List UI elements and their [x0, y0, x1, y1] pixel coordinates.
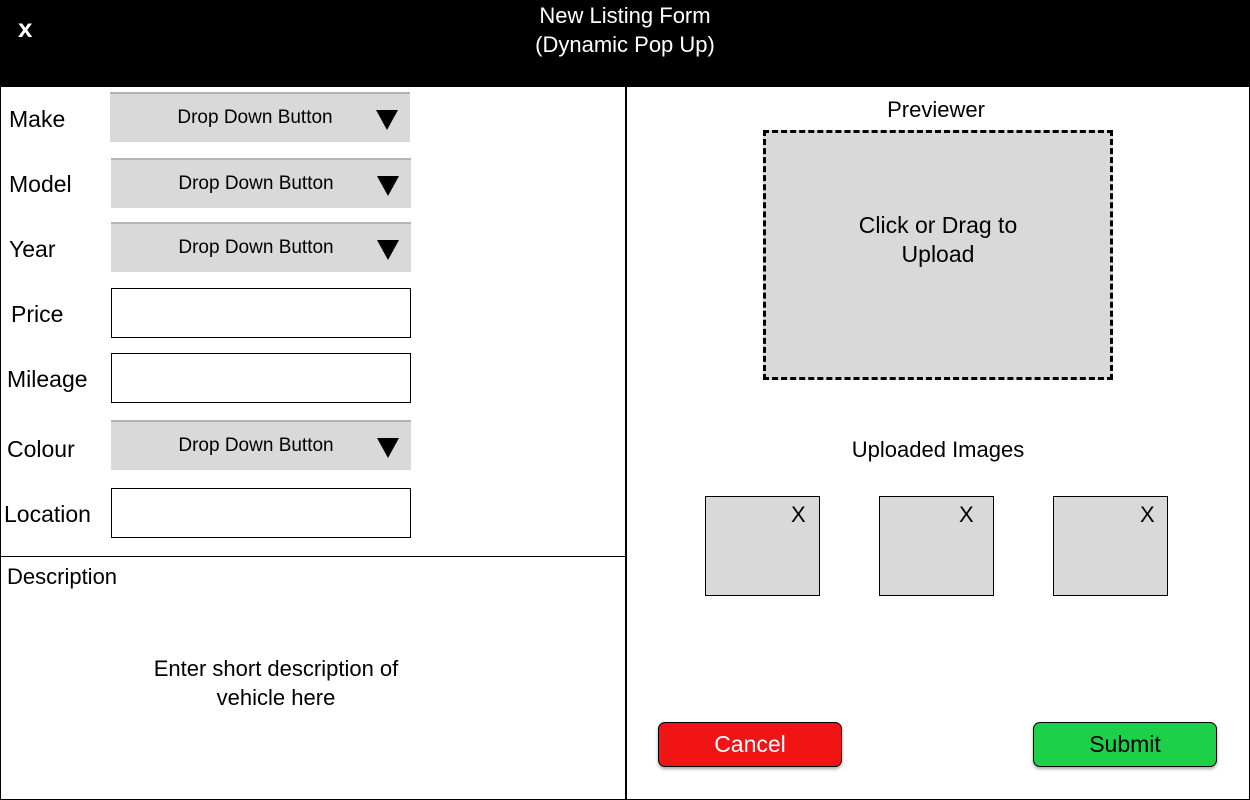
upload-text-line1: Click or Drag to	[858, 212, 1018, 238]
year-dropdown[interactable]: Drop Down Button	[111, 222, 411, 272]
make-dropdown-value: Drop Down Button	[177, 107, 333, 128]
description-hint-line2: vehicle here	[216, 685, 336, 710]
upload-instructions: Click or Drag to Upload	[766, 211, 1110, 269]
upload-dropzone[interactable]: Click or Drag to Upload	[763, 130, 1113, 380]
title-bar: x New Listing Form (Dynamic Pop Up)	[0, 0, 1250, 86]
make-label: Make	[9, 106, 66, 132]
description-hint-line1: Enter short description of	[153, 656, 399, 681]
year-label: Year	[9, 236, 56, 262]
year-dropdown-value: Drop Down Button	[178, 237, 334, 258]
colour-label: Colour	[7, 436, 75, 462]
description-label: Description	[7, 564, 118, 589]
previewer-title: Previewer	[887, 97, 985, 122]
mileage-label: Mileage	[7, 366, 88, 392]
model-dropdown-value: Drop Down Button	[178, 173, 334, 194]
location-input[interactable]	[111, 488, 411, 538]
upload-text-line2: Upload	[901, 241, 975, 267]
price-input[interactable]	[111, 288, 411, 338]
mileage-input[interactable]	[111, 353, 411, 403]
chevron-down-icon	[377, 176, 399, 196]
remove-image-icon[interactable]: X	[791, 502, 806, 528]
uploaded-image-thumbnail[interactable]: X	[879, 496, 994, 596]
price-label: Price	[11, 301, 64, 327]
uploaded-images-title: Uploaded Images	[851, 437, 1025, 462]
uploaded-image-thumbnail[interactable]: X	[1053, 496, 1168, 596]
remove-image-icon[interactable]: X	[1140, 502, 1155, 528]
cancel-button[interactable]: Cancel	[658, 722, 842, 767]
remove-image-icon[interactable]: X	[959, 502, 974, 528]
submit-button[interactable]: Submit	[1033, 722, 1217, 767]
description-textarea[interactable]: Enter short description of vehicle here	[0, 654, 552, 712]
uploaded-image-thumbnail[interactable]: X	[705, 496, 820, 596]
chevron-down-icon	[376, 110, 398, 130]
form-title: New Listing Form	[539, 3, 711, 28]
make-dropdown[interactable]: Drop Down Button	[110, 92, 410, 142]
model-dropdown[interactable]: Drop Down Button	[111, 158, 411, 208]
form-subtitle: (Dynamic Pop Up)	[535, 32, 715, 57]
model-label: Model	[9, 171, 72, 197]
chevron-down-icon	[377, 438, 399, 458]
chevron-down-icon	[377, 240, 399, 260]
location-label: Location	[4, 501, 91, 527]
colour-dropdown[interactable]: Drop Down Button	[111, 420, 411, 470]
colour-dropdown-value: Drop Down Button	[178, 435, 334, 456]
